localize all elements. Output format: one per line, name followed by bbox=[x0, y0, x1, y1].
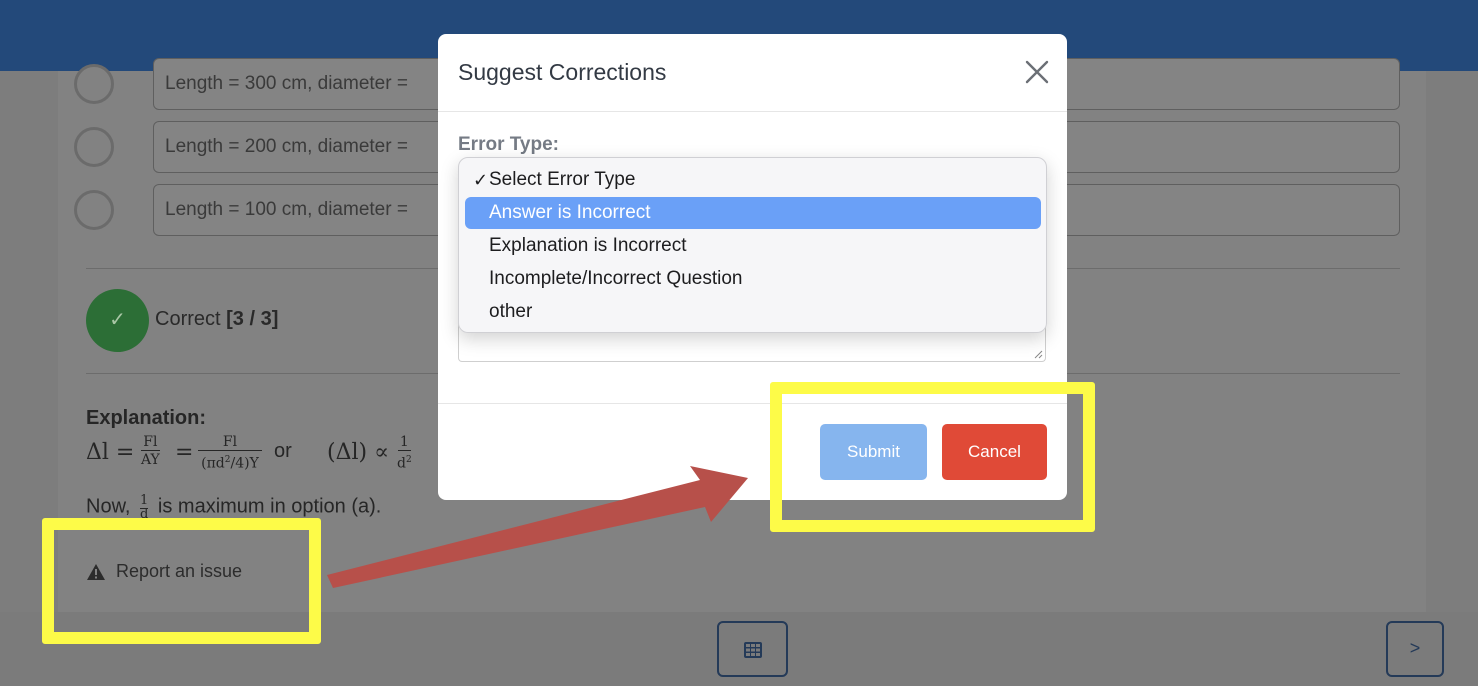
arrow-icon bbox=[327, 466, 748, 588]
annotation-arrow bbox=[327, 466, 748, 588]
